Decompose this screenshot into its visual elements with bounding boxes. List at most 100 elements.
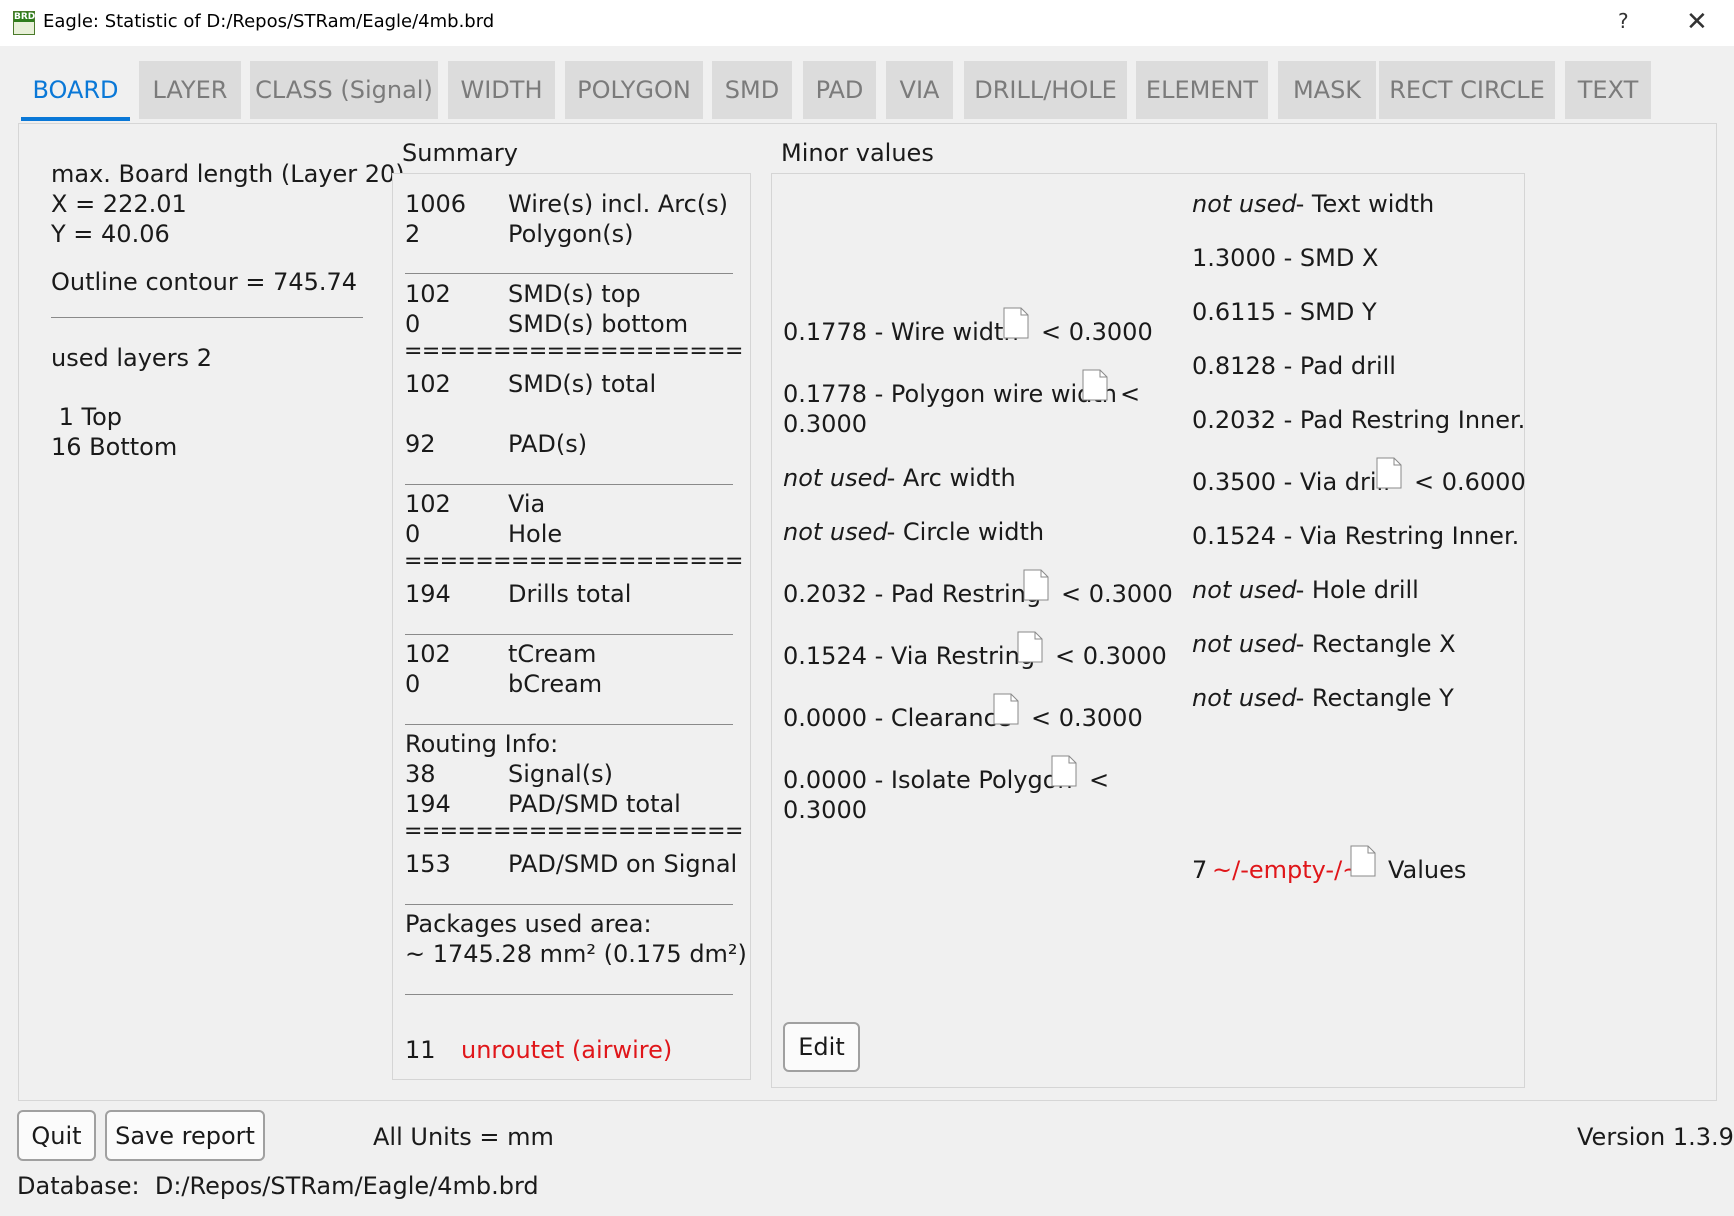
pad-restring-inner-value: 0.2032 - Pad Restring Inner. [1192, 406, 1526, 434]
via-drill-value: 0.3500 - Via drill [1192, 468, 1390, 496]
polygons-label: Polygon(s) [508, 220, 634, 248]
divider [405, 994, 733, 995]
pads-count: 92 [405, 430, 436, 458]
bcream-label: bCream [508, 670, 603, 698]
rectangle-y-not-used: not used [1192, 684, 1297, 712]
pad-restring-value: 0.2032 - Pad Restring [783, 580, 1042, 608]
tab-polygon[interactable]: POLYGON [565, 61, 703, 119]
tab-element[interactable]: ELEMENT [1136, 61, 1268, 119]
pad-smd-total-count: 194 [405, 790, 451, 818]
document-icon[interactable] [1051, 755, 1077, 787]
divider [405, 634, 733, 635]
tab-via[interactable]: VIA [886, 61, 953, 119]
hole-drill-not-used: not used [1192, 576, 1297, 604]
wire-width-limit: < 0.3000 [1041, 318, 1153, 346]
wires-label: Wire(s) incl. Arc(s) [508, 190, 729, 218]
unrouted-label: unroutet (airwire) [461, 1036, 673, 1064]
help-button[interactable]: ? [1618, 9, 1629, 33]
unrouted-count: 11 [405, 1036, 436, 1064]
document-icon[interactable] [993, 693, 1019, 725]
equals-divider: =================== [404, 819, 743, 844]
minor-values-title: Minor values [781, 139, 934, 167]
signals-label: Signal(s) [508, 760, 613, 788]
polygon-wire-width-value: 0.1778 - Polygon wire width [783, 380, 1118, 408]
tab-drill-hole[interactable]: DRILL/HOLE [964, 61, 1127, 119]
clearance-value: 0.0000 - Clearance [783, 704, 1012, 732]
document-icon[interactable] [1082, 369, 1108, 401]
tab-rect-circle[interactable]: RECT CIRCLE [1379, 61, 1555, 119]
smd-total-count: 102 [405, 370, 451, 398]
pad-smd-total-label: PAD/SMD total [508, 790, 681, 818]
eagle-brd-icon: BRD [13, 11, 35, 35]
document-icon[interactable] [1003, 307, 1029, 339]
divider [405, 904, 733, 905]
via-count: 102 [405, 490, 451, 518]
document-icon[interactable] [1023, 569, 1049, 601]
version-label: Version 1.3.9 [1577, 1123, 1734, 1151]
via-restring-value: 0.1524 - Via Restring [783, 642, 1036, 670]
tab-mask[interactable]: MASK [1278, 61, 1376, 119]
edit-button[interactable]: Edit [783, 1022, 860, 1072]
smd-y-value: 0.6115 - SMD Y [1192, 298, 1377, 326]
tcream-count: 102 [405, 640, 451, 668]
used-layers: used layers 2 [51, 344, 212, 372]
smd-top-label: SMD(s) top [508, 280, 641, 308]
quit-button[interactable]: Quit [17, 1110, 96, 1161]
text-width-not-used: not used [1192, 190, 1297, 218]
arc-width-label: - Arc width [879, 464, 1016, 492]
smd-x-value: 1.3000 - SMD X [1192, 244, 1379, 272]
window-title: Eagle: Statistic of D:/Repos/STRam/Eagle… [43, 11, 495, 32]
tab-text[interactable]: TEXT [1565, 61, 1651, 119]
save-report-button[interactable]: Save report [105, 1110, 265, 1161]
units-label: All Units = mm [373, 1123, 554, 1151]
tab-layer[interactable]: LAYER [139, 61, 241, 119]
pad-drill-value: 0.8128 - Pad drill [1192, 352, 1396, 380]
via-restring-limit: < 0.3000 [1055, 642, 1167, 670]
board-length-label: max. Board length (Layer 20) [51, 160, 405, 188]
tab-width[interactable]: WIDTH [448, 61, 555, 119]
layer-top: 1 Top [51, 403, 123, 431]
smd-top-count: 102 [405, 280, 451, 308]
tab-board[interactable]: BOARD [21, 61, 130, 121]
hole-drill-label: - Hole drill [1288, 576, 1419, 604]
smd-total-label: SMD(s) total [508, 370, 657, 398]
polygon-wire-width-limit-value: 0.3000 [783, 410, 867, 438]
tab-pad[interactable]: PAD [803, 61, 876, 119]
divider [51, 317, 363, 318]
hole-label: Hole [508, 520, 563, 548]
rectangle-y-label: - Rectangle Y [1288, 684, 1454, 712]
smd-bottom-label: SMD(s) bottom [508, 310, 689, 338]
signals-count: 38 [405, 760, 436, 788]
smd-bottom-count: 0 [405, 310, 421, 338]
circle-width-not-used: not used [783, 518, 888, 546]
via-drill-limit: < 0.6000 [1414, 468, 1526, 496]
wire-width-value: 0.1778 - Wire width [783, 318, 1019, 346]
hole-count: 0 [405, 520, 421, 548]
pads-label: PAD(s) [508, 430, 588, 458]
equals-divider: =================== [404, 339, 743, 364]
isolate-polygon-limit-value: 0.3000 [783, 796, 867, 824]
polygons-count: 2 [405, 220, 421, 248]
tcream-label: tCream [508, 640, 597, 668]
empty-values-label: Values [1388, 856, 1467, 884]
rectangle-x-not-used: not used [1192, 630, 1297, 658]
pad-smd-signal-label: PAD/SMD on Signal [508, 850, 738, 878]
divider [405, 484, 733, 485]
document-icon[interactable] [1350, 845, 1376, 877]
tab-smd[interactable]: SMD [712, 61, 792, 119]
drills-label: Drills total [508, 580, 632, 608]
board-y-value: Y = 40.06 [51, 220, 170, 248]
close-button[interactable]: ✕ [1686, 7, 1708, 37]
bcream-count: 0 [405, 670, 421, 698]
pad-restring-limit: < 0.3000 [1061, 580, 1173, 608]
empty-values-marker: ~/-empty-/~ [1212, 856, 1363, 884]
polygon-wire-width-limit: < [1120, 380, 1141, 408]
isolate-polygon-value: 0.0000 - Isolate Polygon [783, 766, 1073, 794]
board-x-value: X = 222.01 [51, 190, 187, 218]
document-icon[interactable] [1376, 457, 1402, 489]
document-icon[interactable] [1017, 631, 1043, 663]
tab-class-signal[interactable]: CLASS (Signal) [250, 61, 438, 119]
circle-width-label: - Circle width [879, 518, 1045, 546]
equals-divider: =================== [404, 549, 743, 574]
text-width-label: - Text width [1288, 190, 1435, 218]
